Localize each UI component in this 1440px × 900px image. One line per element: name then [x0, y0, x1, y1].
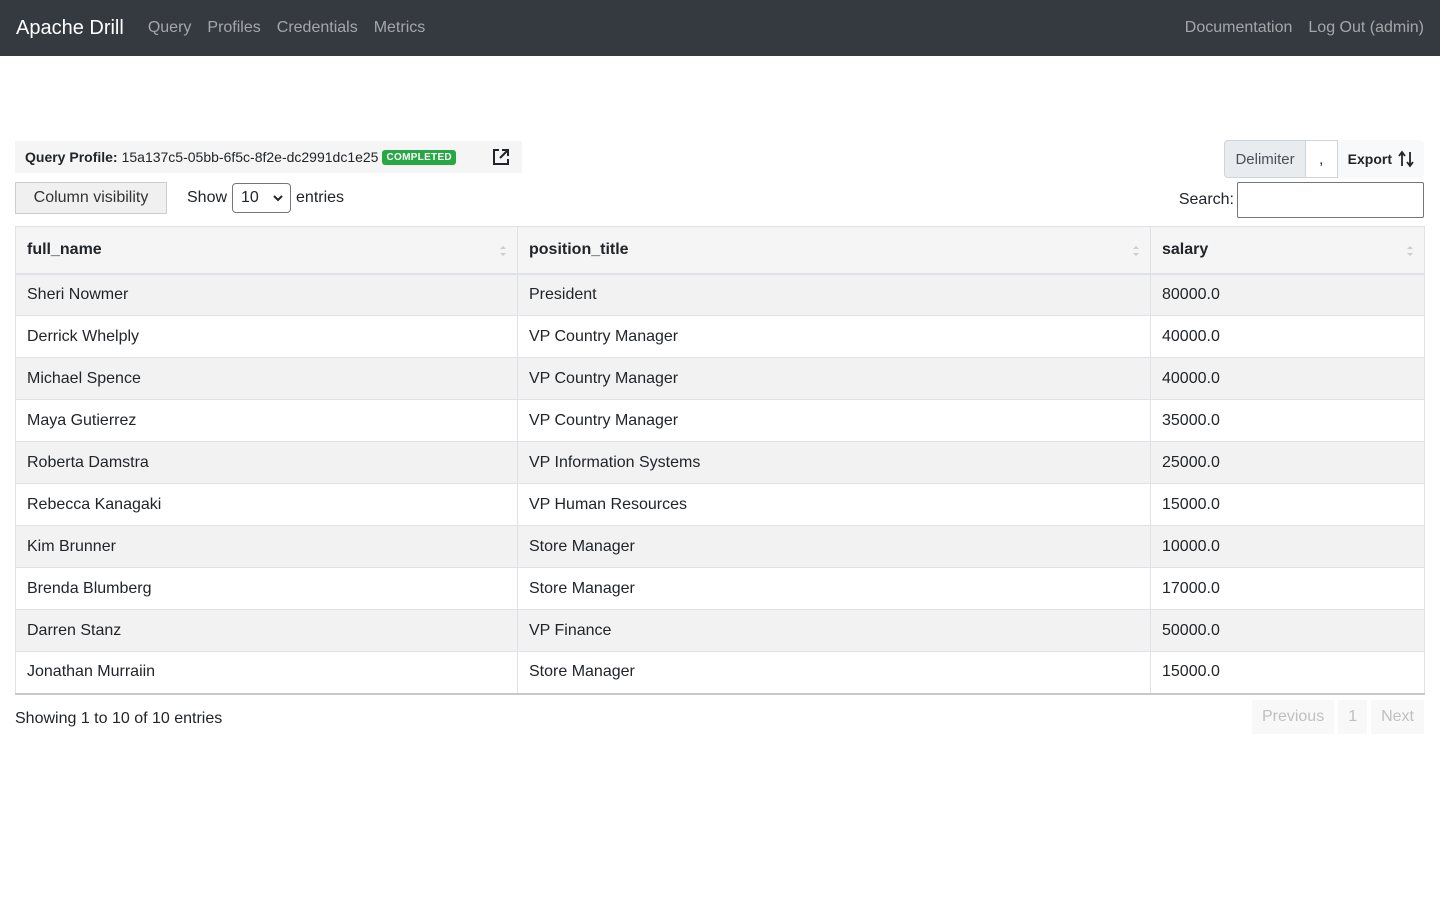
export-toolbar: Delimiter , Export	[1224, 140, 1424, 178]
nav-right-group: Documentation Log Out (admin)	[1169, 19, 1424, 37]
table-row: Brenda Blumberg Store Manager 17000.0	[15, 567, 1425, 610]
cell-salary: 50000.0	[1150, 609, 1425, 652]
cell-position-title: VP Country Manager	[517, 315, 1151, 358]
top-navbar: Apache Drill Query Profiles Credentials …	[0, 0, 1440, 56]
table-row: Rebecca Kanagaki VP Human Resources 1500…	[15, 483, 1425, 526]
table-row: Sheri Nowmer President 80000.0	[15, 273, 1425, 316]
column-header-full-name[interactable]: full_name	[15, 226, 518, 275]
sort-icon	[1407, 246, 1413, 256]
sort-arrows-icon	[1398, 150, 1414, 168]
nav-metrics[interactable]: Metrics	[374, 19, 426, 37]
nav-query[interactable]: Query	[148, 19, 192, 37]
delimiter-label: Delimiter	[1224, 140, 1306, 178]
brand-logo[interactable]: Apache Drill	[16, 17, 124, 40]
show-label: Show	[187, 189, 228, 206]
profile-label: Query Profile:	[25, 149, 118, 165]
table-row: Roberta Damstra VP Information Systems 2…	[15, 441, 1425, 484]
cell-full-name: Darren Stanz	[15, 609, 518, 652]
entries-select-value: 10	[241, 189, 259, 206]
table-row: Maya Gutierrez VP Country Manager 35000.…	[15, 399, 1425, 442]
table-info: Showing 1 to 10 of 10 entries	[15, 710, 223, 727]
show-entries-control: Show 10 entries	[187, 182, 344, 214]
nav-documentation[interactable]: Documentation	[1185, 19, 1293, 37]
delimiter-input[interactable]: ,	[1305, 140, 1338, 178]
cell-salary: 15000.0	[1150, 483, 1425, 526]
external-link-icon[interactable]	[491, 147, 511, 167]
entries-select[interactable]: 10	[232, 183, 292, 213]
cell-full-name: Maya Gutierrez	[15, 399, 518, 442]
table-row: Kim Brunner Store Manager 10000.0	[15, 525, 1425, 568]
pagination-previous[interactable]: Previous	[1251, 700, 1335, 734]
cell-salary: 17000.0	[1150, 567, 1425, 610]
table-row: Darren Stanz VP Finance 50000.0	[15, 609, 1425, 652]
search-input[interactable]	[1237, 182, 1424, 218]
nav-credentials[interactable]: Credentials	[277, 19, 358, 37]
cell-salary: 35000.0	[1150, 399, 1425, 442]
cell-salary: 25000.0	[1150, 441, 1425, 484]
cell-full-name: Rebecca Kanagaki	[15, 483, 518, 526]
cell-salary: 40000.0	[1150, 357, 1425, 400]
search-control: Search:	[1179, 182, 1424, 218]
table-row: Michael Spence VP Country Manager 40000.…	[15, 357, 1425, 400]
cell-position-title: VP Country Manager	[517, 399, 1151, 442]
export-button[interactable]: Export	[1337, 140, 1424, 178]
sort-icon	[1133, 246, 1139, 256]
pagination-next[interactable]: Next	[1371, 700, 1424, 734]
column-header-label: position_title	[529, 240, 629, 258]
pagination-page-1[interactable]: 1	[1338, 700, 1368, 734]
export-label: Export	[1347, 151, 1392, 167]
main-content: Query Profile: 15a137c5-05bb-6f5c-8f2e-d…	[0, 56, 1440, 900]
cell-position-title: President	[517, 273, 1151, 316]
cell-position-title: Store Manager	[517, 567, 1151, 610]
nav-logout[interactable]: Log Out (admin)	[1308, 19, 1424, 37]
cell-position-title: VP Human Resources	[517, 483, 1151, 526]
results-table: full_name position_title salary Sheri No…	[15, 226, 1425, 695]
cell-full-name: Roberta Damstra	[15, 441, 518, 484]
cell-position-title: VP Information Systems	[517, 441, 1151, 484]
cell-position-title: Store Manager	[517, 525, 1151, 568]
cell-salary: 10000.0	[1150, 525, 1425, 568]
table-row: Jonathan Murraiin Store Manager 15000.0	[15, 651, 1425, 695]
pagination: Previous 1 Next	[1248, 700, 1424, 734]
sort-icon	[500, 246, 506, 256]
chevron-down-icon	[273, 195, 283, 202]
cell-salary: 80000.0	[1150, 273, 1425, 316]
nav-profiles[interactable]: Profiles	[207, 19, 260, 37]
cell-position-title: VP Finance	[517, 609, 1151, 652]
table-header-row: full_name position_title salary	[15, 226, 1425, 275]
cell-salary: 15000.0	[1150, 651, 1425, 695]
cell-full-name: Kim Brunner	[15, 525, 518, 568]
cell-full-name: Michael Spence	[15, 357, 518, 400]
cell-full-name: Jonathan Murraiin	[15, 651, 518, 695]
table-row: Derrick Whelply VP Country Manager 40000…	[15, 315, 1425, 358]
column-header-salary[interactable]: salary	[1150, 226, 1425, 275]
entries-label: entries	[296, 189, 345, 206]
cell-full-name: Sheri Nowmer	[15, 273, 518, 316]
column-header-label: salary	[1162, 240, 1209, 258]
search-label: Search:	[1178, 191, 1234, 208]
cell-salary: 40000.0	[1150, 315, 1425, 358]
column-header-position-title[interactable]: position_title	[517, 226, 1151, 275]
column-header-label: full_name	[27, 240, 102, 258]
query-profile-header: Query Profile: 15a137c5-05bb-6f5c-8f2e-d…	[15, 141, 522, 173]
cell-full-name: Brenda Blumberg	[15, 567, 518, 610]
status-badge: COMPLETED	[382, 149, 456, 165]
profile-id: 15a137c5-05bb-6f5c-8f2e-dc2991dc1e25	[121, 149, 379, 165]
cell-full-name: Derrick Whelply	[15, 315, 518, 358]
cell-position-title: VP Country Manager	[517, 357, 1151, 400]
column-visibility-button[interactable]: Column visibility	[15, 182, 167, 214]
cell-position-title: Store Manager	[517, 651, 1151, 695]
